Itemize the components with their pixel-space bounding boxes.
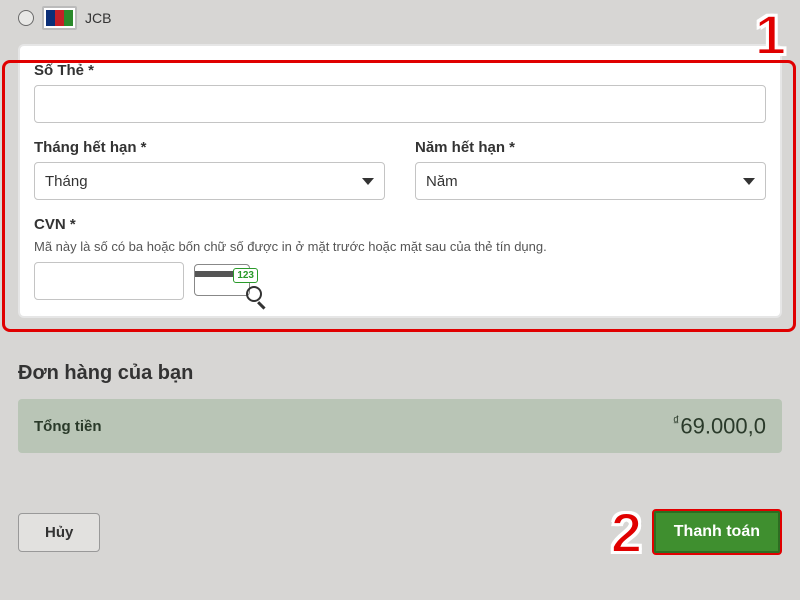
cvn-label: CVN * [34,216,766,233]
pay-button[interactable]: Thanh toán [652,509,782,555]
jcb-logo-icon [42,6,77,30]
card-number-label: Số Thẻ * [34,62,766,79]
exp-month-value: Tháng [45,173,88,190]
chevron-down-icon [743,178,755,185]
chevron-down-icon [362,178,374,185]
exp-year-value: Năm [426,173,458,190]
magnifier-icon [246,286,262,302]
cvn-sample-digits: 123 [233,268,258,283]
order-heading: Đơn hàng của bạn [18,362,782,385]
total-label: Tổng tiền [34,418,102,435]
order-total-row: Tổng tiền ₫69.000,0 [18,399,782,453]
card-details-panel: Số Thẻ * Tháng hết hạn * Tháng Năm hết h… [18,44,782,318]
cancel-button[interactable]: Hủy [18,513,100,552]
jcb-label: JCB [85,10,111,26]
exp-month-select[interactable]: Tháng [34,162,385,200]
exp-year-select[interactable]: Năm [415,162,766,200]
cvn-help-icon: 123 [194,264,256,298]
card-number-input[interactable] [34,85,766,123]
radio-jcb[interactable] [18,10,34,26]
exp-year-label: Năm hết hạn * [415,139,766,156]
cvn-input[interactable] [34,262,184,300]
total-amount: ₫69.000,0 [673,413,766,439]
cvn-hint: Mã này là số có ba hoặc bốn chữ số được … [34,239,766,254]
exp-month-label: Tháng hết hạn * [34,139,385,156]
payment-option-jcb[interactable]: JCB [18,0,782,44]
